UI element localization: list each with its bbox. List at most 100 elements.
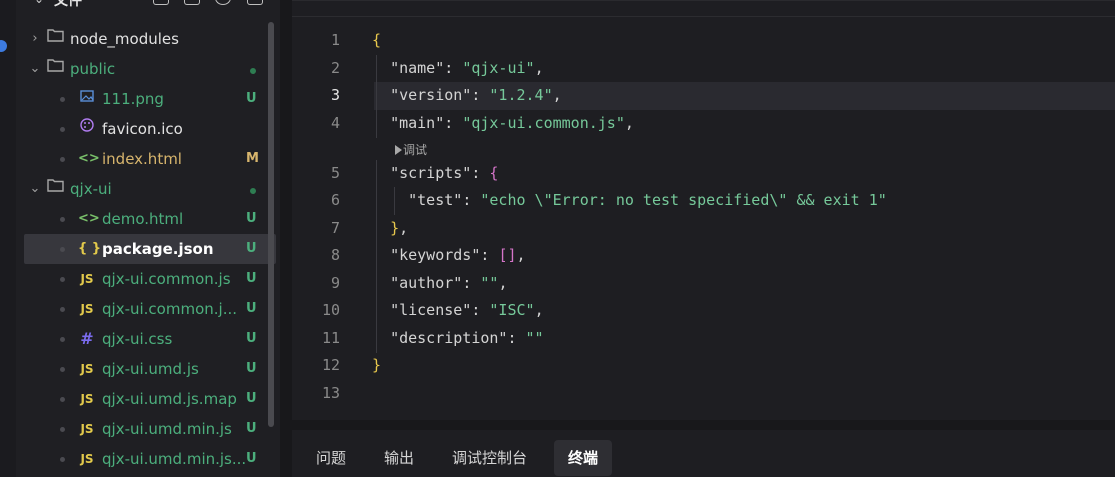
breadcrumb (292, 0, 1115, 17)
git-status-badge: U (246, 421, 257, 436)
chevron-down-icon[interactable]: ⌄ (28, 54, 42, 84)
new-folder-icon[interactable] (184, 0, 200, 5)
file-name: qjx-ui.umd.min.js... (102, 450, 247, 468)
file-name: qjx-ui.umd.js.map (102, 390, 237, 408)
js-file-icon: JS (80, 452, 94, 466)
activity-bar (0, 0, 16, 477)
code-text: "author": "", (390, 274, 508, 292)
code-line[interactable]: 1{ (292, 27, 1115, 55)
code-line[interactable]: 3 "version": "1.2.4", (292, 82, 1115, 110)
file-item[interactable]: 111.png U (24, 84, 276, 114)
code-line[interactable]: 11 "description": "" (292, 325, 1115, 353)
code-line[interactable]: 4 "main": "qjx-ui.common.js", (292, 110, 1115, 138)
git-decoration-dot (60, 247, 65, 252)
line-number: 3 (330, 86, 340, 104)
js-file-icon: JS (80, 422, 94, 436)
folder-item[interactable]: ⌄ public (24, 54, 276, 84)
panel-tab[interactable]: 调试控制台 (438, 440, 541, 476)
file-name: demo.html (102, 210, 184, 228)
file-name: favicon.ico (102, 120, 183, 138)
code-line[interactable]: 10 "license": "ISC", (292, 297, 1115, 325)
git-decoration-dot (60, 217, 65, 222)
code-line[interactable]: 9 "author": "", (292, 270, 1115, 298)
code-line[interactable]: 7 }, (292, 215, 1115, 243)
file-item[interactable]: <> demo.html U (24, 204, 276, 234)
chevron-down-icon[interactable]: ⌄ (28, 174, 42, 204)
bottom-panel: 问题 输出 调试控制台 终端 (292, 430, 1115, 477)
git-status-badge: M (246, 151, 259, 166)
file-item[interactable]: favicon.ico (24, 114, 276, 144)
code-line[interactable]: 6 "test": "echo \"Error: no test specifi… (292, 187, 1115, 215)
file-name: qjx-ui.css (102, 330, 173, 348)
file-item[interactable]: JS qjx-ui.common.j... U (24, 294, 276, 324)
line-number: 13 (321, 384, 340, 402)
ico-file-icon (78, 114, 96, 144)
json-file-icon: { } (78, 241, 102, 256)
code-text: "version": "1.2.4", (390, 86, 562, 104)
code-text: "name": "qjx-ui", (390, 59, 544, 77)
git-status-badge: U (246, 331, 257, 346)
code-editor[interactable]: 1{2 "name": "qjx-ui", 3 "version": "1.2.4… (292, 0, 1115, 420)
git-decoration-dot (60, 367, 65, 372)
line-number: 7 (330, 219, 340, 237)
file-name: qjx-ui.umd.js (102, 360, 199, 378)
code-line[interactable]: 5 "scripts": { (292, 160, 1115, 188)
file-item[interactable]: <> index.html M (24, 144, 276, 174)
code-text: "description": "" (390, 329, 544, 347)
accent-indicator (0, 40, 7, 52)
js-file-icon: JS (80, 302, 94, 316)
git-status-badge: U (246, 391, 257, 406)
play-icon (395, 145, 402, 155)
git-status-badge: U (246, 271, 257, 286)
file-name: public (70, 60, 116, 78)
chevron-down-icon[interactable]: ⌄ (34, 0, 44, 6)
git-decoration-dot (60, 427, 65, 432)
file-item[interactable]: { } package.json U (24, 234, 276, 264)
file-name: qjx-ui.common.j... (102, 300, 237, 318)
new-file-icon[interactable] (153, 0, 169, 5)
line-number: 4 (330, 114, 340, 132)
chevron-right-icon[interactable]: › (28, 24, 42, 54)
folder-item[interactable]: ⌄ qjx-ui (24, 174, 276, 204)
code-line[interactable]: 12} (292, 352, 1115, 380)
sash[interactable] (280, 0, 292, 477)
collapse-all-icon[interactable] (247, 0, 263, 5)
git-status-badge: U (246, 241, 257, 256)
file-item[interactable]: JS qjx-ui.umd.min.js... U (24, 444, 276, 474)
file-item[interactable]: JS qjx-ui.umd.js.map U (24, 384, 276, 414)
panel-tab[interactable]: 问题 (302, 440, 360, 476)
explorer-title: 文件 (54, 0, 82, 9)
git-decoration-dot (60, 337, 65, 342)
file-item[interactable]: JS qjx-ui.umd.min.js U (24, 414, 276, 444)
file-item[interactable]: JS qjx-ui.umd.js U (24, 354, 276, 384)
code-line[interactable]: 8 "keywords": [], (292, 242, 1115, 270)
git-status-badge: U (246, 301, 257, 316)
codelens-label: 调试 (403, 143, 428, 157)
explorer-scrollbar[interactable] (268, 22, 274, 427)
css-file-icon: # (80, 329, 94, 348)
git-status-badge: U (246, 211, 257, 226)
code-text: "scripts": { (390, 164, 499, 182)
line-number: 6 (330, 191, 340, 209)
git-status-badge: U (246, 361, 257, 376)
refresh-icon[interactable] (215, 0, 231, 5)
js-file-icon: JS (80, 272, 94, 286)
file-name: qjx-ui (70, 180, 112, 198)
git-decoration-dot (60, 307, 65, 312)
panel-tab[interactable]: 输出 (370, 440, 428, 476)
git-decoration-dot (60, 97, 65, 102)
line-number: 5 (330, 164, 340, 182)
file-item[interactable]: JS qjx-ui.common.js U (24, 264, 276, 294)
code-line[interactable]: 2 "name": "qjx-ui", (292, 55, 1115, 83)
html-file-icon: <> (78, 151, 100, 166)
git-status-badge: U (246, 451, 257, 466)
panel-tab[interactable]: 终端 (554, 440, 613, 476)
file-item[interactable]: # qjx-ui.css U (24, 324, 276, 354)
codelens-debug[interactable]: 调试 (395, 140, 427, 160)
code-line[interactable]: 13 (292, 380, 1115, 408)
code-text: { (372, 31, 382, 49)
git-decoration-dot (60, 397, 65, 402)
folder-icon (46, 24, 64, 54)
file-name: package.json (102, 240, 214, 258)
folder-item[interactable]: › node_modules (24, 24, 276, 54)
